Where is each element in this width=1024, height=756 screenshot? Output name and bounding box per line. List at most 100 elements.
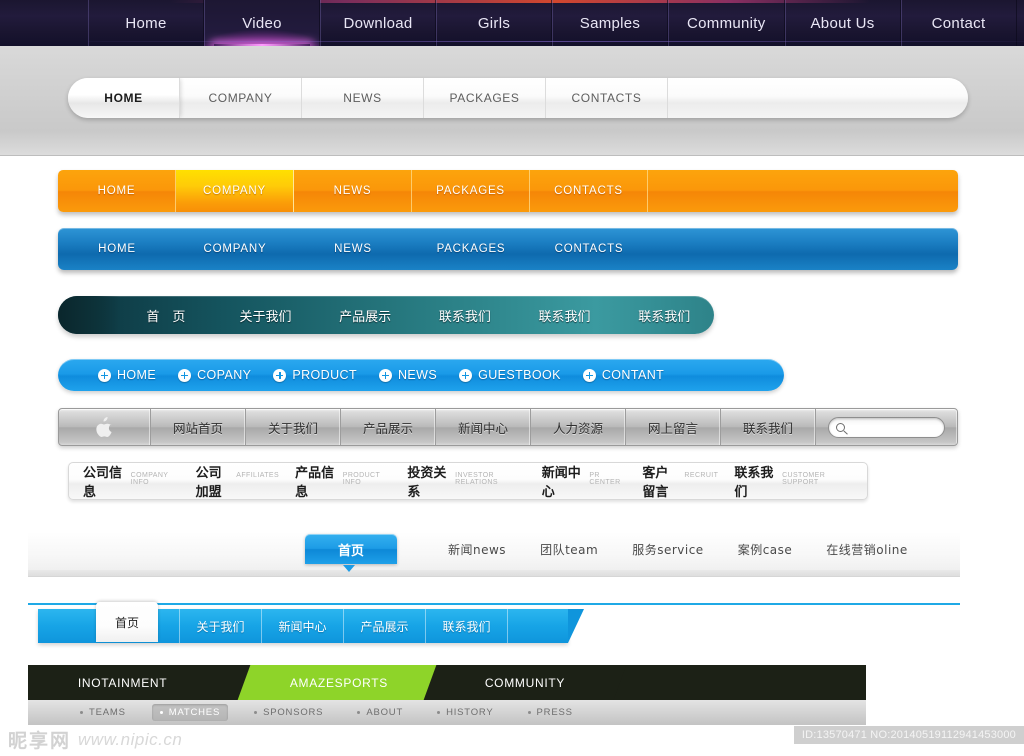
- orange-nav-item-home[interactable]: HOME: [58, 170, 176, 212]
- teal-nav-item-home[interactable]: 首 页: [116, 306, 216, 325]
- white-pill-navbar: HOME COMPANY NEWS PACKAGES CONTACTS: [68, 78, 968, 118]
- plus-circle-icon: [459, 368, 473, 382]
- bilingual-item-recruit[interactable]: 客户留言 RECRUIT: [642, 462, 718, 500]
- white-nav-filler: [668, 78, 968, 118]
- apple-logo-icon: [96, 417, 112, 437]
- bilingual-en-pr-center: PR CENTER: [589, 472, 621, 486]
- blue-nav-item-company[interactable]: COMPANY: [176, 228, 294, 270]
- sports-tab-amazesports[interactable]: AMAZESPORTS: [237, 665, 441, 700]
- pill-nav-item-copany[interactable]: COPANY: [178, 368, 251, 382]
- tab-row-item-news[interactable]: 新闻news: [448, 541, 506, 558]
- apple-nav-item-news[interactable]: 新闻中心: [436, 409, 531, 445]
- bilingual-cn-investor-relations: 投资关系: [407, 466, 447, 500]
- orange-nav-item-contacts[interactable]: CONTACTS: [530, 170, 648, 212]
- sports-sub-item-sponsors[interactable]: SPONSORS: [246, 704, 331, 721]
- pill-nav-label-product: PRODUCT: [292, 368, 357, 382]
- pill-nav-item-home[interactable]: HOME: [98, 368, 156, 382]
- pill-nav-item-guestbook[interactable]: GUESTBOOK: [459, 368, 561, 382]
- pill-nav-item-contant[interactable]: CONTANT: [582, 368, 664, 382]
- blue-nav-item-news[interactable]: NEWS: [294, 228, 412, 270]
- blue-navbar: HOME COMPANY NEWS PACKAGES CONTACTS: [58, 228, 958, 270]
- cyan-nav-item-contact[interactable]: 联系我们: [426, 609, 508, 643]
- pill-nav-item-product[interactable]: PRODUCT: [273, 368, 357, 382]
- apple-nav-item-home[interactable]: 网站首页: [151, 409, 246, 445]
- apple-nav-item-contact[interactable]: 联系我们: [721, 409, 816, 445]
- top-nav-item-download[interactable]: Download: [320, 0, 436, 46]
- cyan-nav-item-about[interactable]: 关于我们: [180, 609, 262, 643]
- white-nav-item-packages[interactable]: PACKAGES: [424, 78, 546, 118]
- teal-nav-item-products[interactable]: 产品展示: [315, 306, 415, 325]
- sports-sub-item-matches[interactable]: MATCHES: [151, 704, 229, 721]
- search-input[interactable]: [850, 421, 937, 433]
- tab-row-item-online[interactable]: 在线营销oline: [826, 541, 908, 558]
- cyan-nav-item-products[interactable]: 产品展示: [344, 609, 426, 643]
- pill-nav-label-news: NEWS: [397, 368, 438, 382]
- bilingual-en-recruit: RECRUIT: [684, 472, 719, 479]
- bilingual-item-product-info[interactable]: 产品信息 PRODUCT INFO: [295, 462, 391, 500]
- sports-sub-label-press: PRESS: [536, 707, 573, 718]
- orange-nav-item-company[interactable]: COMPANY: [176, 170, 294, 212]
- plus-circle-icon: [178, 368, 192, 382]
- watermark-brand-cn: 昵享网: [8, 730, 72, 752]
- cyan-nav-item-news[interactable]: 新闻中心: [262, 609, 344, 643]
- sports-sub-label-matches: MATCHES: [168, 707, 221, 718]
- top-nav-item-girls[interactable]: Girls: [436, 0, 552, 46]
- bilingual-item-pr-center[interactable]: 新闻中心 PR CENTER: [542, 462, 627, 500]
- top-nav-spacer: [0, 0, 88, 46]
- sports-sub-item-press[interactable]: PRESS: [520, 704, 581, 721]
- top-nav-item-video[interactable]: Video: [204, 0, 320, 46]
- blue-nav-item-contacts[interactable]: CONTACTS: [530, 228, 648, 270]
- bilingual-navbar: 公司信息 COMPANY INFO 公司加盟 AFFILIATES 产品信息 P…: [68, 462, 868, 500]
- white-nav-item-company[interactable]: COMPANY: [180, 78, 302, 118]
- apple-nav-item-hr[interactable]: 人力资源: [531, 409, 626, 445]
- sports-tab-community[interactable]: COMMUNITY: [423, 665, 627, 700]
- tab-row-item-team[interactable]: 团队team: [540, 541, 598, 558]
- tab-row-item-case[interactable]: 案例case: [738, 541, 793, 558]
- blue-nav-item-home[interactable]: HOME: [58, 228, 176, 270]
- apple-nav-item-products[interactable]: 产品展示: [341, 409, 436, 445]
- tab-row-active-tab[interactable]: 首页: [305, 534, 397, 564]
- orange-nav-item-news[interactable]: NEWS: [294, 170, 412, 212]
- bilingual-item-affiliates[interactable]: 公司加盟 AFFILIATES: [196, 462, 280, 500]
- sports-sub-item-teams[interactable]: TEAMS: [72, 704, 134, 721]
- top-nav-item-community[interactable]: Community: [668, 0, 785, 46]
- plus-circle-icon: [378, 368, 392, 382]
- search-field[interactable]: [828, 416, 945, 438]
- apple-nav-item-message[interactable]: 网上留言: [626, 409, 721, 445]
- tab-row-item-service[interactable]: 服务service: [632, 541, 704, 558]
- top-nav-item-contact[interactable]: Contact: [900, 0, 1017, 46]
- bilingual-item-company-info[interactable]: 公司信息 COMPANY INFO: [83, 462, 180, 500]
- sports-sub-item-history[interactable]: HISTORY: [429, 704, 501, 721]
- apple-nav-item-about[interactable]: 关于我们: [246, 409, 341, 445]
- search-icon: [836, 422, 845, 432]
- white-nav-item-news[interactable]: NEWS: [302, 78, 424, 118]
- sports-sub-label-teams: TEAMS: [89, 707, 126, 718]
- teal-nav-item-contact-3[interactable]: 联系我们: [614, 306, 714, 325]
- teal-nav-item-about[interactable]: 关于我们: [216, 306, 316, 325]
- blue-nav-item-packages[interactable]: PACKAGES: [412, 228, 530, 270]
- top-nav-item-home[interactable]: Home: [88, 0, 204, 46]
- pill-nav-item-news[interactable]: NEWS: [378, 368, 438, 382]
- teal-navbar: 首 页 关于我们 产品展示 联系我们 联系我们 联系我们: [58, 296, 714, 334]
- bilingual-en-affiliates: AFFILIATES: [236, 472, 280, 479]
- top-nav-item-samples[interactable]: Samples: [552, 0, 668, 46]
- sports-sub-item-about[interactable]: ABOUT: [349, 704, 411, 721]
- bullet-dot-icon: [254, 711, 258, 714]
- bilingual-item-customer-support[interactable]: 联系我们 CUSTOMER SUPPORT: [734, 462, 851, 500]
- white-nav-item-home[interactable]: HOME: [68, 78, 180, 118]
- cyan-nav-active-tab[interactable]: 首页: [96, 602, 158, 642]
- white-nav-item-contacts[interactable]: CONTACTS: [546, 78, 668, 118]
- sports-tab-label-community: COMMUNITY: [484, 675, 566, 690]
- orange-nav-item-packages[interactable]: PACKAGES: [412, 170, 530, 212]
- blue-pill-navbar: HOME COPANY PRODUCT NEWS GUESTBOOK CONTA…: [58, 359, 784, 391]
- bilingual-item-investor-relations[interactable]: 投资关系 INVESTOR RELATIONS: [407, 462, 525, 500]
- apple-logo-cell[interactable]: [59, 409, 151, 445]
- sports-tab-inotainment[interactable]: INOTAINMENT: [28, 665, 255, 700]
- pill-nav-label-guestbook: GUESTBOOK: [478, 368, 561, 382]
- bilingual-cn-affiliates: 公司加盟: [195, 466, 222, 500]
- teal-nav-item-contact-2[interactable]: 联系我们: [515, 306, 615, 325]
- teal-nav-item-contact-1[interactable]: 联系我们: [415, 306, 515, 325]
- bullet-dot-icon: [357, 711, 361, 714]
- top-nav-item-about-us[interactable]: About Us: [784, 0, 901, 46]
- bilingual-cn-recruit: 客户留言: [642, 466, 669, 500]
